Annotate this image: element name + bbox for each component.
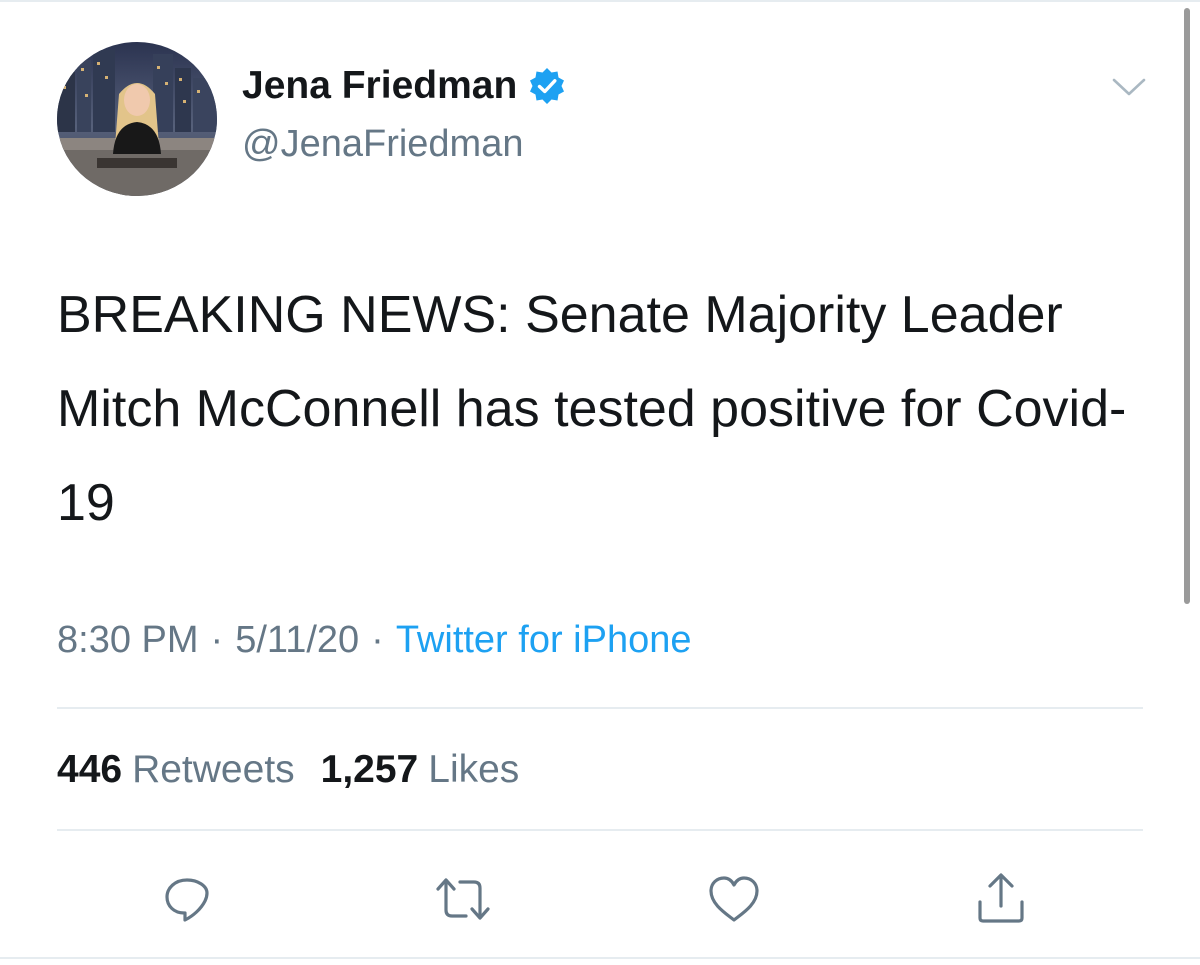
retweets-label: Retweets (132, 748, 295, 791)
share-icon (978, 873, 1024, 923)
verified-badge-icon (527, 66, 567, 106)
tweet-date[interactable]: 5/11/20 (235, 619, 359, 661)
likes-count: 1,257 (320, 748, 419, 791)
meta-separator: · (371, 619, 384, 661)
share-button[interactable] (970, 868, 1032, 930)
bottom-border (0, 957, 1200, 959)
retweets-stat[interactable]: 446 Retweets (57, 748, 321, 791)
scrollbar[interactable] (1184, 8, 1190, 604)
tweet-text: BREAKING NEWS: Senate Majority Leader Mi… (57, 286, 1127, 532)
top-border (0, 0, 1200, 2)
avatar[interactable] (57, 42, 217, 196)
retweet-icon (436, 878, 490, 920)
likes-stat[interactable]: 1,257 Likes (321, 748, 546, 791)
author-display-name[interactable]: Jena Friedman (242, 58, 567, 114)
divider (57, 829, 1143, 831)
author-handle[interactable]: @JenaFriedman (242, 117, 523, 171)
meta-separator: · (210, 619, 224, 661)
reply-button[interactable] (156, 868, 218, 930)
tweet-source-link[interactable]: Twitter for iPhone (396, 619, 692, 661)
tweet-stats: 446 Retweets 1,257 Likes (57, 742, 545, 798)
like-icon (709, 876, 759, 922)
author-name-text[interactable]: Jena Friedman (242, 58, 517, 114)
chevron-down-icon[interactable] (1110, 72, 1148, 102)
tweet-time[interactable]: 8:30 PM (57, 619, 199, 661)
like-button[interactable] (703, 868, 765, 930)
retweets-count: 446 (57, 748, 123, 791)
likes-label: Likes (428, 748, 520, 791)
divider (57, 707, 1143, 709)
reply-icon (165, 878, 209, 922)
tweet-meta: 8:30 PM · 5/11/20 · Twitter for iPhone (57, 612, 692, 668)
retweet-button[interactable] (432, 868, 494, 930)
